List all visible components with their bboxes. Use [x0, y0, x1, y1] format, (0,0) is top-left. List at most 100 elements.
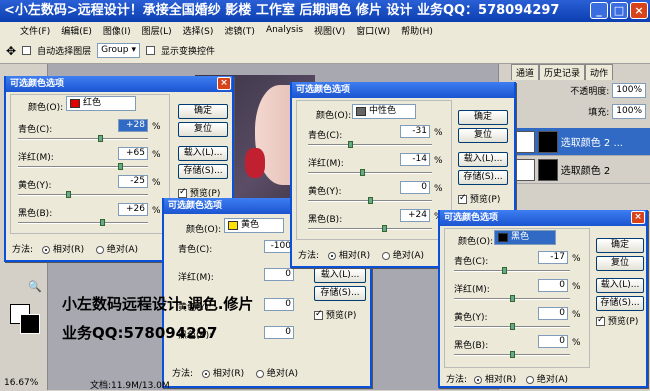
- reset-button[interactable]: 复位: [596, 256, 644, 271]
- black-slider-knob[interactable]: [510, 351, 515, 358]
- black-input[interactable]: 0: [264, 326, 294, 339]
- radio-icon: [42, 245, 50, 254]
- zoom-tool-icon[interactable]: 🔍: [28, 280, 42, 293]
- save-button[interactable]: 存储(S)...: [178, 164, 228, 179]
- yellow-slider-knob[interactable]: [66, 191, 71, 198]
- cyan-slider[interactable]: [308, 141, 432, 148]
- absolute-radio[interactable]: 绝对(A): [382, 248, 424, 261]
- relative-radio[interactable]: 相对(R): [42, 242, 84, 255]
- yellow-input[interactable]: 0: [538, 307, 568, 320]
- menu-select[interactable]: 选择(S): [183, 24, 214, 37]
- load-button[interactable]: 载入(L)...: [314, 268, 366, 283]
- layer-item[interactable]: ● 选取颜色 2: [499, 156, 650, 184]
- menu-analysis[interactable]: Analysis: [266, 25, 303, 35]
- fill-input[interactable]: 100%: [612, 104, 646, 119]
- load-button[interactable]: 载入(L)...: [178, 146, 228, 161]
- menu-layer[interactable]: 图层(L): [142, 24, 172, 37]
- maximize-button[interactable]: □: [610, 2, 628, 19]
- black-input[interactable]: +26: [118, 203, 148, 216]
- black-input[interactable]: +24: [400, 209, 430, 222]
- cyan-slider[interactable]: [454, 267, 570, 274]
- relative-radio[interactable]: 相对(R): [328, 248, 370, 261]
- yellow-slider-knob[interactable]: [510, 323, 515, 330]
- group-select[interactable]: Group ▾: [97, 43, 141, 58]
- tab-actions[interactable]: 动作: [585, 64, 614, 80]
- save-button[interactable]: 存储(S)...: [458, 170, 508, 185]
- cyan-slider[interactable]: [18, 135, 148, 142]
- color-select[interactable]: 红色: [66, 96, 136, 111]
- ok-button[interactable]: 确定: [596, 238, 644, 253]
- dialog-close-icon[interactable]: ×: [217, 77, 231, 90]
- auto-select-checkbox[interactable]: [22, 46, 32, 55]
- minimize-button[interactable]: _: [590, 2, 608, 19]
- magenta-slider[interactable]: [308, 169, 432, 176]
- yellow-input[interactable]: -25: [118, 175, 148, 188]
- load-button[interactable]: 载入(L)...: [596, 278, 644, 293]
- absolute-radio[interactable]: 绝对(A): [526, 372, 568, 385]
- black-slider[interactable]: [308, 225, 432, 232]
- absolute-radio[interactable]: 绝对(A): [256, 366, 298, 379]
- cyan-input[interactable]: -31: [400, 125, 430, 138]
- document-size: 文档:11.9M/13.0M: [90, 381, 170, 391]
- relative-radio[interactable]: 相对(R): [474, 372, 516, 385]
- yellow-input[interactable]: 0: [400, 181, 430, 194]
- move-tool-icon[interactable]: ✥: [6, 44, 16, 58]
- tab-channels[interactable]: 通道: [511, 64, 540, 80]
- black-slider[interactable]: [18, 219, 148, 226]
- menu-file[interactable]: 文件(F): [20, 24, 50, 37]
- cyan-slider-knob[interactable]: [502, 267, 507, 274]
- opacity-input[interactable]: 100%: [612, 83, 646, 98]
- cyan-slider-knob[interactable]: [98, 135, 103, 142]
- yellow-input[interactable]: 0: [264, 298, 294, 311]
- magenta-slider-knob[interactable]: [510, 295, 515, 302]
- preview-checkbox[interactable]: 预览(P): [458, 192, 500, 205]
- reset-button[interactable]: 复位: [458, 128, 508, 143]
- cyan-input[interactable]: +28: [118, 119, 148, 132]
- reset-button[interactable]: 复位: [178, 122, 228, 137]
- yellow-slider[interactable]: [454, 323, 570, 330]
- magenta-slider[interactable]: [454, 295, 570, 302]
- magenta-input[interactable]: 0: [264, 268, 294, 281]
- magenta-slider[interactable]: [18, 163, 148, 170]
- yellow-slider[interactable]: [308, 197, 432, 204]
- ok-button[interactable]: 确定: [178, 104, 228, 119]
- yellow-slider-knob[interactable]: [368, 197, 373, 204]
- show-transform-checkbox[interactable]: [146, 46, 156, 55]
- dialog-close-icon[interactable]: ×: [631, 211, 645, 224]
- magenta-input[interactable]: 0: [538, 279, 568, 292]
- magenta-slider-knob[interactable]: [360, 169, 365, 176]
- relative-radio[interactable]: 相对(R): [202, 366, 244, 379]
- cyan-slider-knob[interactable]: [348, 141, 353, 148]
- menu-edit[interactable]: 编辑(E): [61, 24, 92, 37]
- magenta-slider-knob[interactable]: [118, 163, 123, 170]
- color-select[interactable]: 黑色: [494, 230, 556, 245]
- close-button[interactable]: ×: [630, 2, 648, 19]
- menu-filter[interactable]: 滤镜(T): [224, 24, 255, 37]
- magenta-input[interactable]: -14: [400, 153, 430, 166]
- tab-history[interactable]: 历史记录: [539, 64, 586, 80]
- black-slider-knob[interactable]: [100, 219, 105, 226]
- ok-button[interactable]: 确定: [458, 110, 508, 125]
- menu-image[interactable]: 图像(I): [103, 24, 131, 37]
- load-button[interactable]: 载入(L)...: [458, 152, 508, 167]
- save-button[interactable]: 存储(S)...: [314, 286, 366, 301]
- preview-checkbox[interactable]: 预览(P): [596, 314, 638, 327]
- color-swatch: [228, 221, 238, 230]
- menu-help[interactable]: 帮助(H): [401, 24, 433, 37]
- black-input[interactable]: 0: [538, 335, 568, 348]
- absolute-radio[interactable]: 绝对(A): [96, 242, 138, 255]
- yellow-slider[interactable]: [18, 191, 148, 198]
- background-color-swatch[interactable]: [20, 314, 40, 334]
- magenta-input[interactable]: +65: [118, 147, 148, 160]
- color-select[interactable]: 黄色: [224, 218, 284, 233]
- color-select[interactable]: 中性色: [352, 104, 416, 119]
- cyan-input[interactable]: -17: [538, 251, 568, 264]
- pct-label: %: [572, 254, 581, 264]
- layer-item[interactable]: ● 选取颜色 2 ...: [499, 128, 650, 156]
- black-slider[interactable]: [454, 351, 570, 358]
- menu-window[interactable]: 窗口(W): [356, 24, 390, 37]
- black-slider-knob[interactable]: [382, 225, 387, 232]
- preview-checkbox[interactable]: 预览(P): [314, 308, 356, 321]
- save-button[interactable]: 存储(S)...: [596, 296, 644, 311]
- menu-view[interactable]: 视图(V): [314, 24, 345, 37]
